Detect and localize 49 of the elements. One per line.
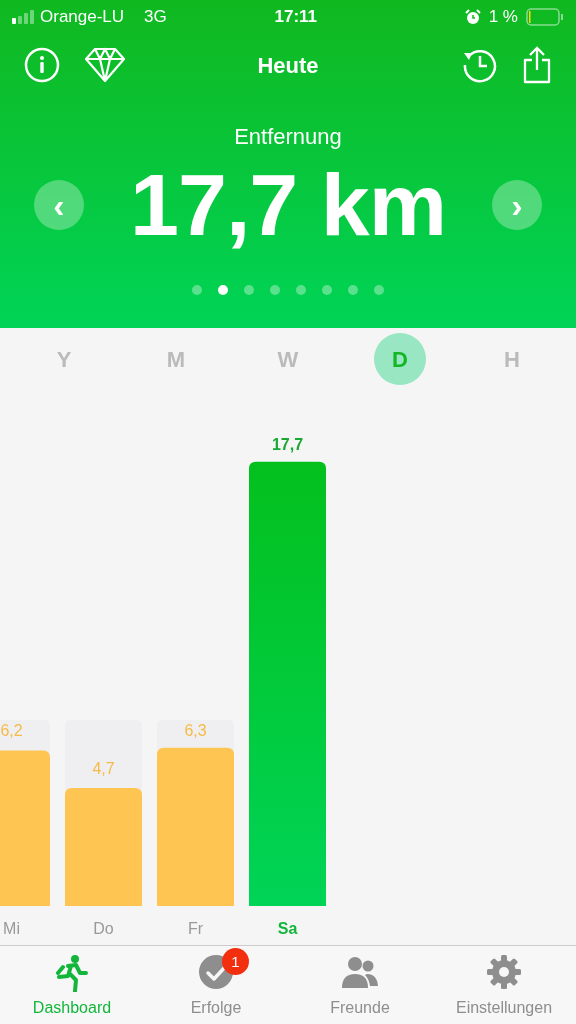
page-dot[interactable] xyxy=(244,285,254,295)
page-dot[interactable] xyxy=(348,285,358,295)
period-tab[interactable]: W xyxy=(262,333,314,385)
bar[interactable] xyxy=(65,788,142,906)
period-tab[interactable]: D xyxy=(374,333,426,385)
clock-time: 17:11 xyxy=(274,6,317,29)
value-label: 4,7 xyxy=(92,760,115,778)
share-icon[interactable] xyxy=(522,46,552,84)
battery-percent: 1 % xyxy=(488,6,518,29)
previous-button[interactable]: ‹ xyxy=(34,180,84,230)
bar[interactable] xyxy=(157,747,234,906)
day-label: Mi xyxy=(3,920,20,937)
network-type: 3G xyxy=(144,6,167,29)
battery-icon xyxy=(526,8,564,26)
settings-icon xyxy=(486,954,522,990)
signal-icon xyxy=(12,10,36,24)
day-label: Do xyxy=(93,920,114,937)
runner-icon xyxy=(55,954,89,992)
carrier-name: Orange-LU xyxy=(40,6,125,29)
notification-badge: 1 xyxy=(222,948,249,975)
next-button[interactable]: › xyxy=(492,180,542,230)
period-tab[interactable]: Y xyxy=(38,333,90,385)
people-icon xyxy=(341,954,379,990)
alarm-icon xyxy=(464,9,481,25)
tab-bar-item[interactable]: 1 Erfolge xyxy=(144,946,288,1024)
value-label: 17,7 xyxy=(271,435,304,453)
period-tab[interactable]: M xyxy=(150,333,202,385)
bar[interactable] xyxy=(0,750,50,906)
page-dot[interactable] xyxy=(192,285,202,295)
metric-value: 17,7 km xyxy=(130,161,446,249)
bar[interactable] xyxy=(249,461,326,906)
metric-label: Entfernung xyxy=(234,124,342,149)
tab-bar-item[interactable]: Dashboard xyxy=(0,946,144,1024)
value-label: 6,3 xyxy=(184,722,207,739)
info-icon[interactable] xyxy=(24,47,60,83)
period-tab[interactable]: H xyxy=(486,333,538,385)
diamond-icon[interactable] xyxy=(84,47,126,83)
tab-bar-item[interactable]: Einstellungen xyxy=(432,946,576,1024)
page-dot[interactable] xyxy=(322,285,332,295)
history-icon[interactable] xyxy=(462,47,498,83)
day-label: Sa xyxy=(277,920,298,937)
page-dot[interactable] xyxy=(296,285,306,295)
screen-title: Heute xyxy=(257,52,319,78)
value-label: 6,2 xyxy=(0,722,23,739)
page-dot[interactable] xyxy=(270,285,280,295)
day-label: Fr xyxy=(187,920,204,937)
page-dot[interactable] xyxy=(218,285,228,295)
tab-bar-item[interactable]: Freunde xyxy=(288,946,432,1024)
page-dot[interactable] xyxy=(374,285,384,295)
